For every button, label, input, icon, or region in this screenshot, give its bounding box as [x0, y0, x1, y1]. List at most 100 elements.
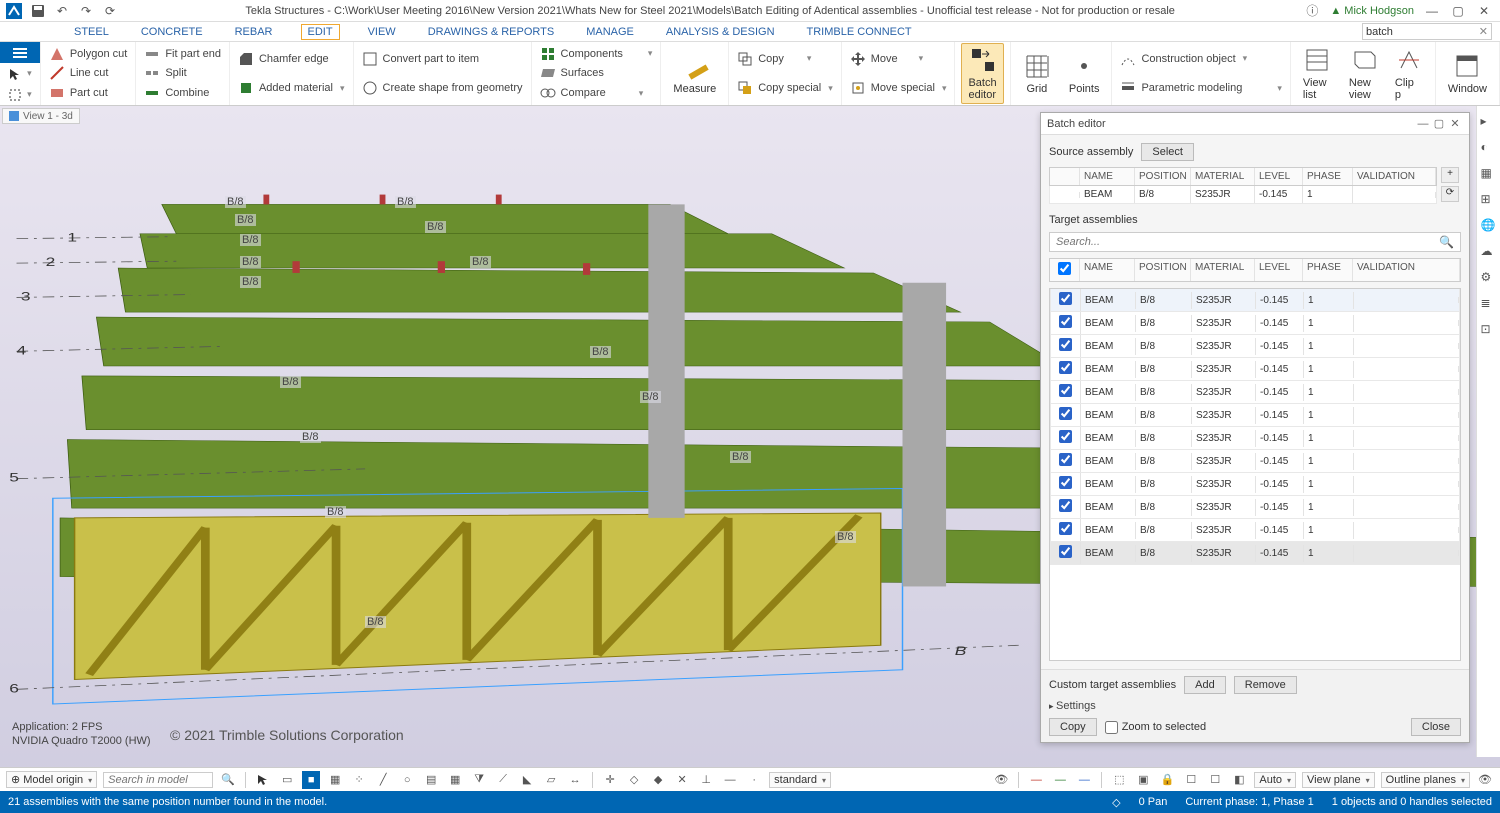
target-search-input[interactable]	[1056, 236, 1439, 248]
target-row[interactable]: BEAMB/8S235JR-0.1451	[1050, 312, 1460, 335]
select-bolt-icon[interactable]: ⧩	[470, 771, 488, 789]
history-icon[interactable]: ⟳	[102, 3, 118, 19]
snap-mid-icon[interactable]: ◆	[649, 771, 667, 789]
remove-button[interactable]: Remove	[1234, 676, 1297, 694]
row-checkbox[interactable]	[1059, 338, 1072, 351]
ribbon-search[interactable]: batch ✕	[1362, 23, 1492, 40]
target-row[interactable]: BEAMB/8S235JR-0.1451	[1050, 473, 1460, 496]
target-row[interactable]: BEAMB/8S235JR-0.1451	[1050, 542, 1460, 565]
snap-mode-dropdown[interactable]: standard	[769, 772, 831, 788]
file-menu-button[interactable]	[0, 42, 41, 63]
undo-icon[interactable]: ↶	[54, 3, 70, 19]
panel-maximize-icon[interactable]: ▢	[1431, 117, 1447, 130]
row-checkbox[interactable]	[1059, 292, 1072, 305]
target-search[interactable]: 🔍	[1049, 232, 1461, 252]
target-row[interactable]: BEAMB/8S235JR-0.1451	[1050, 519, 1460, 542]
copy-button[interactable]: Copy	[1049, 718, 1097, 736]
select-hash-icon[interactable]: ▦	[446, 771, 464, 789]
cmd-split[interactable]: Split	[142, 64, 223, 82]
cmd-parametric-modeling[interactable]: Parametric modeling▾	[1118, 79, 1283, 97]
menu-drawings[interactable]: DRAWINGS & REPORTS	[424, 24, 559, 40]
cmd-copy-special[interactable]: Copy special▾	[735, 79, 835, 97]
snap-dot-icon[interactable]: ·	[745, 771, 763, 789]
help-icon[interactable]: ⓘ	[1304, 3, 1320, 19]
cmd-polygon-cut[interactable]: Polygon cut	[47, 45, 129, 63]
cmd-construction-object[interactable]: Construction object▾	[1118, 50, 1283, 68]
snap-line-icon[interactable]: —	[721, 771, 739, 789]
menu-trimble[interactable]: TRIMBLE CONNECT	[803, 24, 916, 40]
outline-planes-dropdown[interactable]: Outline planes	[1381, 772, 1470, 788]
source-row[interactable]: BEAM B/8 S235JR -0.145 1	[1049, 186, 1437, 204]
view-x-icon[interactable]: —	[1027, 771, 1045, 789]
dock-settings-icon[interactable]: ⚙	[1481, 270, 1497, 286]
menu-analysis[interactable]: ANALYSIS & DESIGN	[662, 24, 779, 40]
view-plane-dropdown[interactable]: View plane	[1302, 772, 1375, 788]
cmd-move-special[interactable]: Move special▾	[848, 79, 949, 97]
select-tool[interactable]: ▾	[0, 84, 41, 105]
cmd-compare[interactable]: Compare▾	[538, 84, 655, 102]
auto-dropdown[interactable]: Auto	[1254, 772, 1296, 788]
cmd-chamfer-edge[interactable]: Chamfer edge	[236, 50, 347, 68]
target-row[interactable]: BEAMB/8S235JR-0.1451	[1050, 358, 1460, 381]
cmd-surfaces[interactable]: Surfaces	[538, 64, 655, 82]
menu-view[interactable]: VIEW	[364, 24, 400, 40]
row-checkbox[interactable]	[1059, 476, 1072, 489]
row-checkbox[interactable]	[1059, 545, 1072, 558]
select-circle-icon[interactable]: ○	[398, 771, 416, 789]
cmd-new-view[interactable]: New view	[1343, 44, 1383, 103]
clip-cube-icon[interactable]: ⬚	[1110, 771, 1128, 789]
close-button[interactable]: Close	[1411, 718, 1461, 736]
row-checkbox[interactable]	[1059, 384, 1072, 397]
status-phase[interactable]: Current phase: 1, Phase 1	[1185, 796, 1313, 808]
snap-int-icon[interactable]: ✕	[673, 771, 691, 789]
select-multi-icon[interactable]: ⁘	[350, 771, 368, 789]
target-row[interactable]: BEAMB/8S235JR-0.1451	[1050, 450, 1460, 473]
model-origin-dropdown[interactable]: ⊕ Model origin	[6, 771, 97, 788]
dock-layers-icon[interactable]: ≣	[1481, 296, 1497, 312]
cmd-window[interactable]: Window	[1442, 50, 1493, 97]
snap-perp-icon[interactable]: ⊥	[697, 771, 715, 789]
cmd-create-shape[interactable]: Create shape from geometry	[360, 79, 525, 97]
dock-expand-icon[interactable]: ▸	[1481, 114, 1497, 130]
viewport-title[interactable]: View 1 - 3d	[2, 108, 80, 124]
cmd-convert-part[interactable]: Convert part to item	[360, 50, 525, 68]
select-line-icon[interactable]: ╱	[374, 771, 392, 789]
menu-steel[interactable]: STEEL	[70, 24, 113, 40]
pointer-tool[interactable]: ▾	[0, 63, 41, 84]
menu-manage[interactable]: MANAGE	[582, 24, 638, 40]
cmd-measure[interactable]: Measure	[667, 50, 722, 97]
target-row[interactable]: BEAMB/8S235JR-0.1451	[1050, 496, 1460, 519]
cmd-clip-plane[interactable]: Clip p	[1389, 44, 1429, 103]
target-row[interactable]: BEAMB/8S235JR-0.1451	[1050, 289, 1460, 312]
redo-icon[interactable]: ↷	[78, 3, 94, 19]
select-wireframe-icon[interactable]: ▦	[326, 771, 344, 789]
maximize-icon[interactable]: ▢	[1450, 3, 1466, 19]
select-pointer-icon[interactable]	[254, 771, 272, 789]
eye-off-icon[interactable]: 👁	[1476, 771, 1494, 789]
select-grid-icon[interactable]: ▤	[422, 771, 440, 789]
cmd-components[interactable]: Components▾	[538, 45, 655, 63]
minimize-icon[interactable]: —	[1424, 3, 1440, 19]
box-icon-off[interactable]: ☐	[1182, 771, 1200, 789]
target-row[interactable]: BEAMB/8S235JR-0.1451	[1050, 381, 1460, 404]
view-y-icon[interactable]: —	[1051, 771, 1069, 789]
settings-expander[interactable]: Settings	[1049, 700, 1461, 712]
dock-reference-icon[interactable]: ⊞	[1481, 192, 1497, 208]
select-source-button[interactable]: Select	[1141, 143, 1194, 161]
select-plane-icon[interactable]: ▱	[542, 771, 560, 789]
cmd-grid[interactable]: Grid	[1017, 50, 1057, 97]
box-icon-off2[interactable]: ☐	[1206, 771, 1224, 789]
panel-header[interactable]: Batch editor — ▢ ✕	[1041, 113, 1469, 135]
cmd-points[interactable]: Points	[1063, 50, 1106, 97]
search-model-icon[interactable]: 🔍	[219, 771, 237, 789]
menu-concrete[interactable]: CONCRETE	[137, 24, 207, 40]
row-checkbox[interactable]	[1059, 430, 1072, 443]
row-checkbox[interactable]	[1059, 361, 1072, 374]
dock-applications-icon[interactable]: ▦	[1481, 166, 1497, 182]
target-row[interactable]: BEAMB/8S235JR-0.1451	[1050, 427, 1460, 450]
dock-organizer-icon[interactable]: ⊡	[1481, 322, 1497, 338]
snap-end-icon[interactable]: ◇	[625, 771, 643, 789]
dock-properties-icon[interactable]: ◐	[1481, 140, 1497, 156]
add-source-icon[interactable]: +	[1441, 167, 1459, 183]
target-row[interactable]: BEAMB/8S235JR-0.1451	[1050, 404, 1460, 427]
